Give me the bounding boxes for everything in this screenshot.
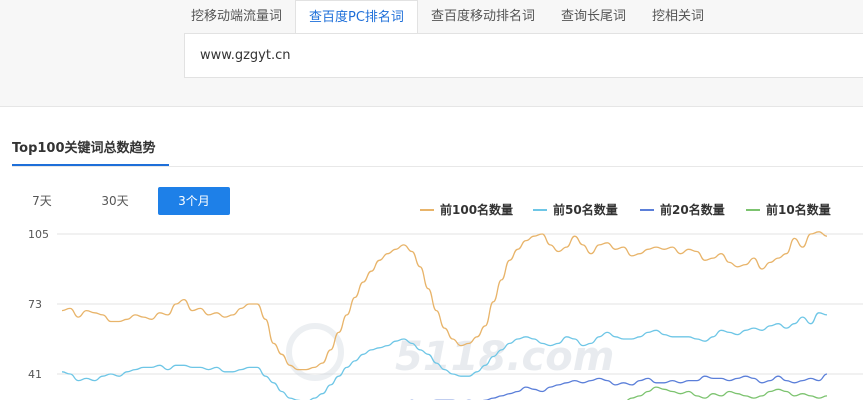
series-line-3: [626, 386, 828, 400]
y-tick-label-105: 105: [28, 228, 49, 241]
watermark-logo-icon: [286, 323, 344, 381]
y-tick-label-73: 73: [28, 298, 42, 311]
y-tick-label-41: 41: [28, 368, 42, 381]
watermark-text: 5118.com: [395, 334, 614, 380]
keyword-trend-chart: 105 73 41 5118.com: [28, 228, 863, 400]
